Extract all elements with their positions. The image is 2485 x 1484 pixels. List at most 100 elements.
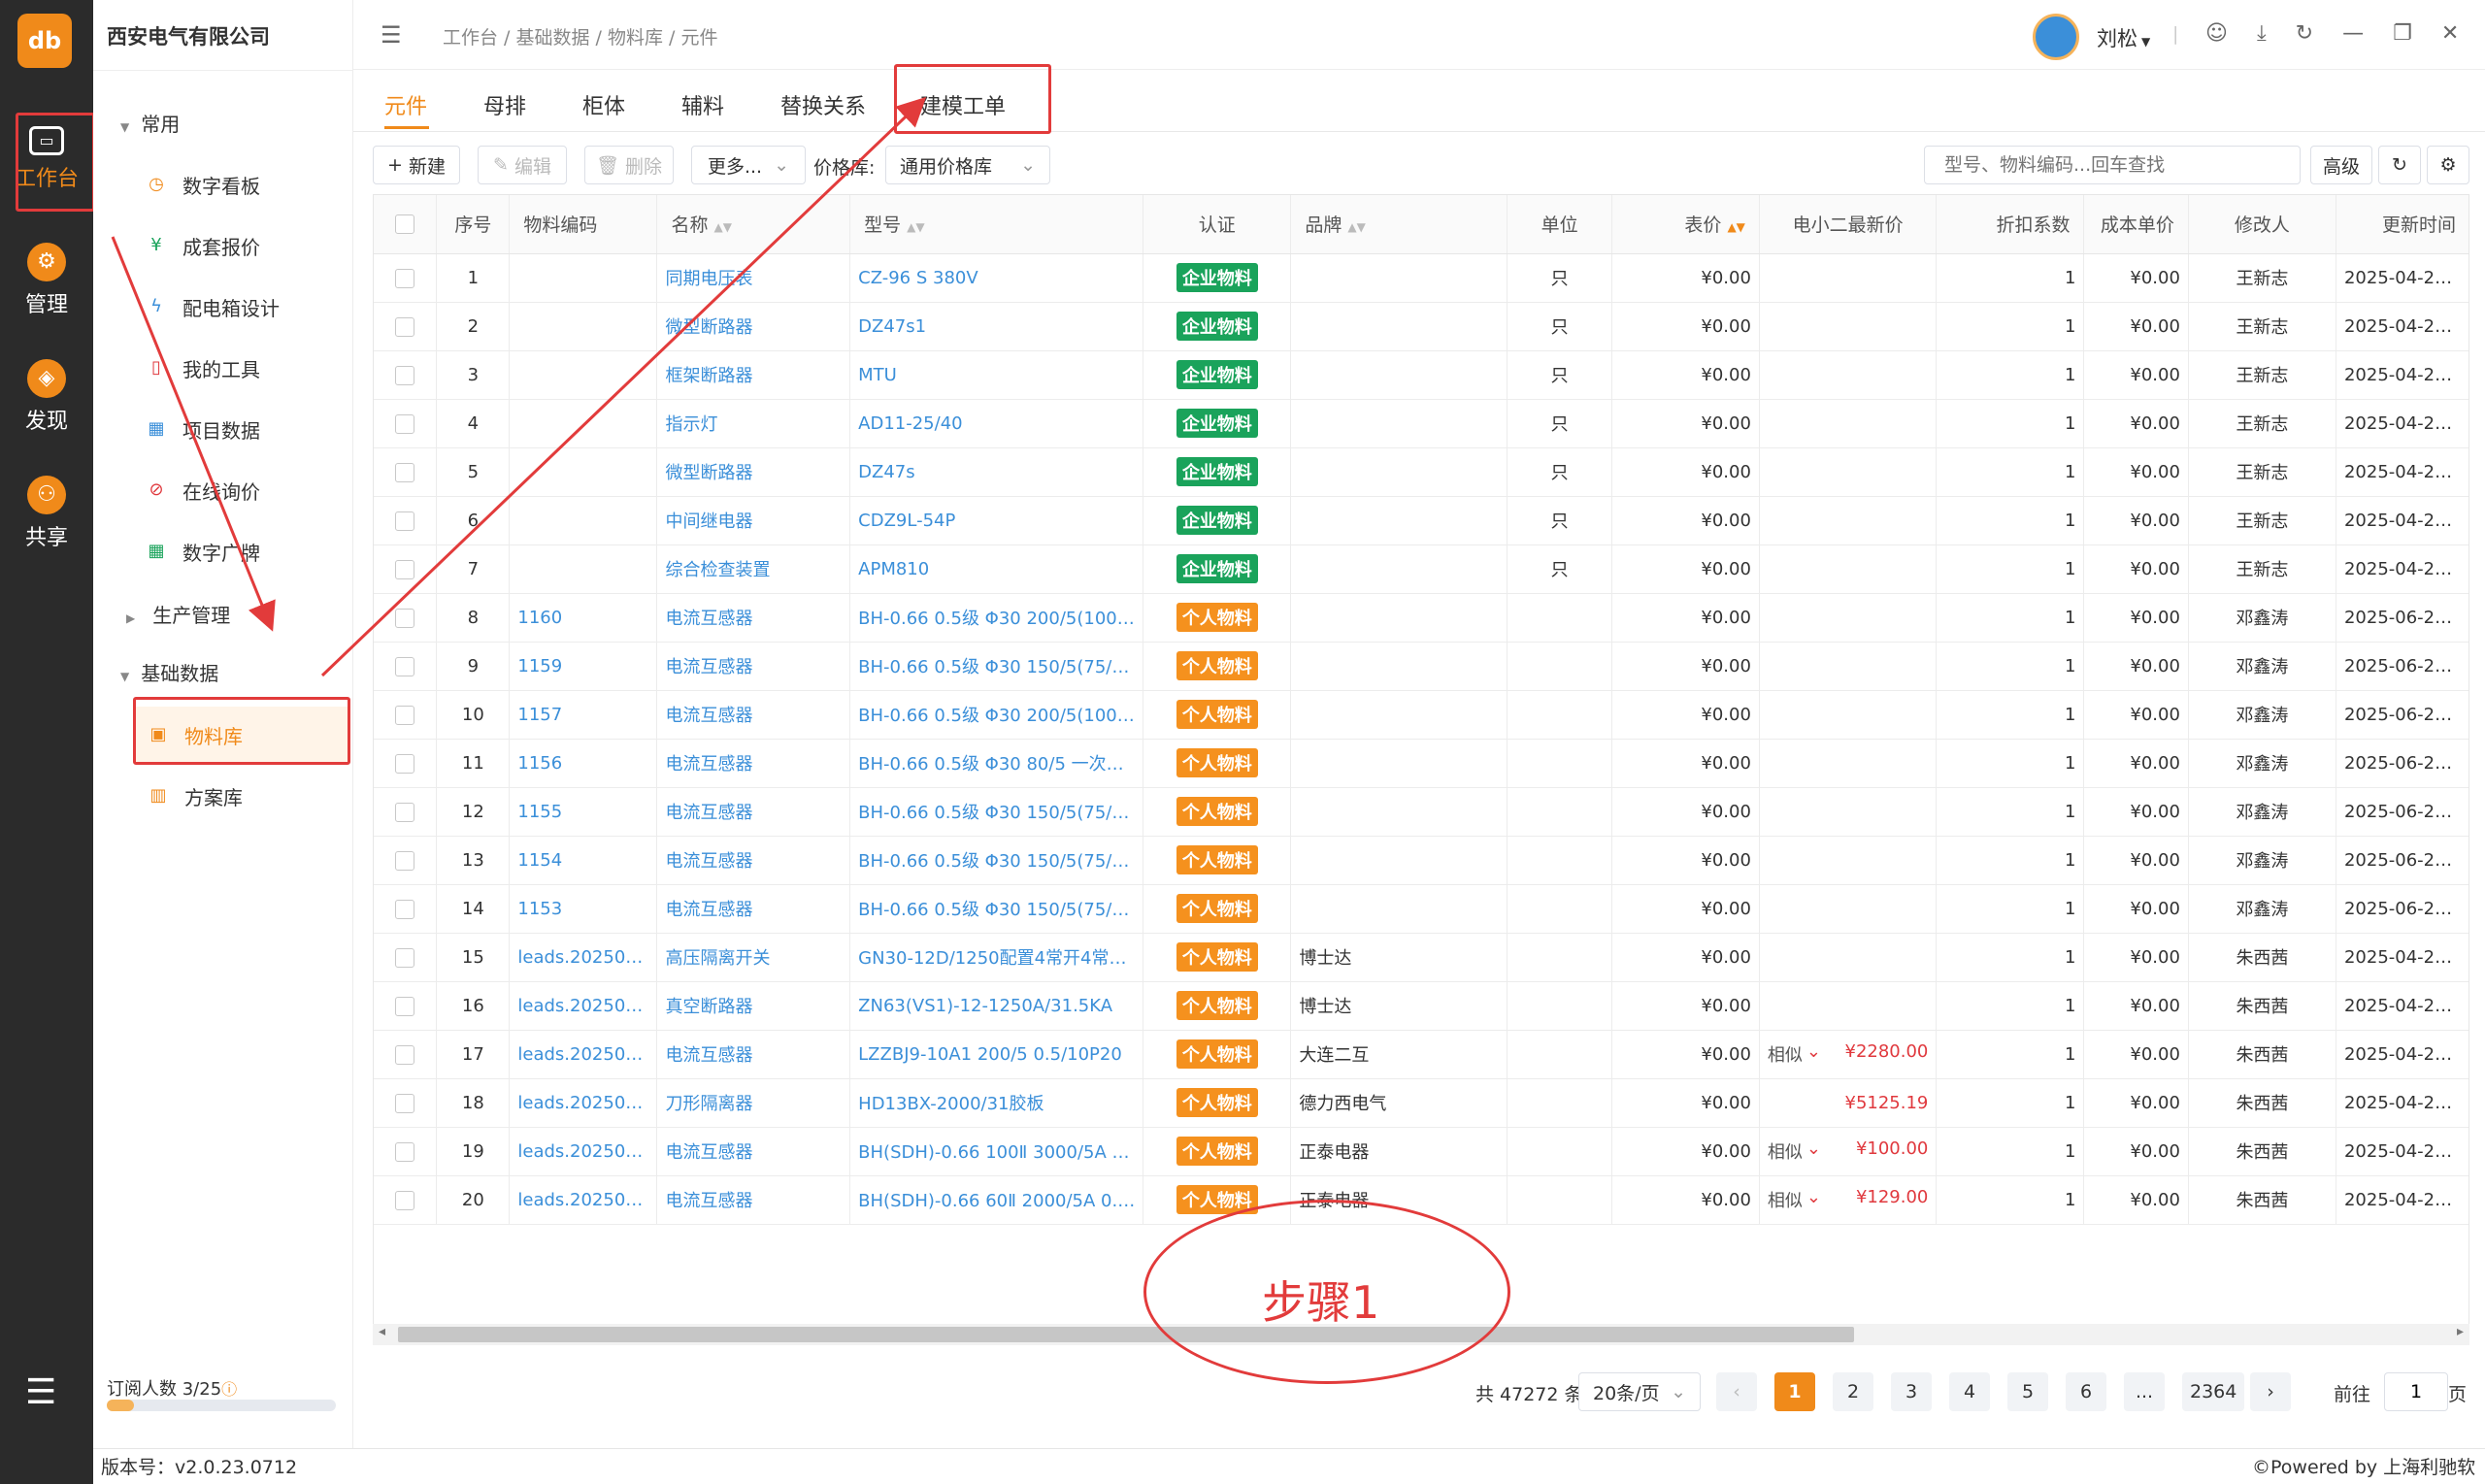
cell-model[interactable]: BH-0.66 0.5级 Φ30 150/5(75/5 50... <box>849 884 1144 934</box>
sidebar-item-project-data[interactable]: ▦ 项目数据 <box>146 401 349 457</box>
table-row[interactable]: 7 综合检查装置 APM810 企业物料只 ¥0.00 1 ¥0.00 王新志 2025-04-… <box>374 544 2468 594</box>
cell-model[interactable]: BH(SDH)-0.66 60Ⅱ 2000/5A 0.5级 <box>849 1175 1144 1225</box>
cell-name[interactable]: 电流互感器 <box>656 739 851 788</box>
cell-name[interactable]: 电流互感器 <box>656 690 851 740</box>
page-button[interactable]: 3 <box>1891 1372 1932 1411</box>
row-checkbox[interactable] <box>374 302 438 351</box>
prev-page-button[interactable]: ‹ <box>1716 1372 1757 1411</box>
col-header-sortable[interactable]: 型号 ▲▼ <box>849 195 1144 254</box>
cell-model[interactable]: CZ-96 S 380V <box>849 253 1144 303</box>
cell-model[interactable]: BH-0.66 0.5级 Φ30 150/5(75/5 50... <box>849 642 1144 691</box>
row-checkbox[interactable] <box>374 253 438 303</box>
sidebar-group-common[interactable]: ▼ 常用 <box>120 109 180 137</box>
table-row[interactable]: 16 leads.2025041... 真空断路器 ZN63(VS1)-12-1250… <box>374 981 2468 1031</box>
sidebar-item-digital-sign[interactable]: ▦ 数字广牌 <box>146 523 349 579</box>
table-row[interactable]: 1 同期电压表 CZ-96 S 380V 企业物料只 ¥0.00 1 ¥0.00 王新志 202… <box>374 253 2468 303</box>
page-size-select[interactable]: 20条/页 ⌄ <box>1578 1372 1701 1411</box>
row-checkbox[interactable] <box>374 350 438 400</box>
collapse-menu-icon[interactable]: ☰ <box>381 21 402 49</box>
row-checkbox[interactable] <box>374 642 438 691</box>
cell-model[interactable]: BH(SDH)-0.66 100Ⅱ 3000/5A 0.5级 <box>849 1127 1144 1176</box>
row-checkbox[interactable] <box>374 399 438 448</box>
cell-name[interactable]: 电流互感器 <box>656 593 851 643</box>
cell-name[interactable]: 高压隔离开关 <box>656 933 851 982</box>
row-checkbox[interactable] <box>374 1127 438 1176</box>
cell-name[interactable]: 中间继电器 <box>656 496 851 545</box>
cell-model[interactable]: GN30-12D/1250配置4常开4常闭... <box>849 933 1144 982</box>
scroll-thumb[interactable] <box>398 1327 1854 1342</box>
row-checkbox[interactable] <box>374 496 438 545</box>
user-menu[interactable]: 刘松 ▼ <box>2097 23 2150 52</box>
cell-model[interactable]: APM810 <box>849 544 1144 594</box>
refresh-icon[interactable]: ↻ <box>2296 21 2313 46</box>
cell-model[interactable]: BH-0.66 0.5级 Φ30 150/5(75/5 50... <box>849 836 1144 885</box>
page-button[interactable]: 2 <box>1833 1372 1873 1411</box>
sidebar-item-scheme-library[interactable]: ▥ 方案库 <box>148 768 349 824</box>
cell-name[interactable]: 框架断路器 <box>656 350 851 400</box>
settings-icon[interactable]: ⚙ <box>2427 146 2469 184</box>
cell-name[interactable]: 电流互感器 <box>656 836 851 885</box>
row-checkbox[interactable] <box>374 933 438 982</box>
tab-cabinet[interactable]: 柜体 <box>582 89 625 120</box>
goto-page-input[interactable] <box>2384 1372 2448 1411</box>
table-row[interactable]: 6 中间继电器 CDZ9L-54P 企业物料只 ¥0.00 1 ¥0.00 王新志 2025-0… <box>374 496 2468 545</box>
cell-name[interactable]: 电流互感器 <box>656 642 851 691</box>
table-row[interactable]: 2 微型断路器 DZ47s1 企业物料只 ¥0.00 1 ¥0.00 王新志 2025-04-2… <box>374 302 2468 351</box>
refresh-icon[interactable]: ↻ <box>2378 146 2421 184</box>
cell-name[interactable]: 真空断路器 <box>656 981 851 1031</box>
row-checkbox[interactable] <box>374 1078 438 1128</box>
row-checkbox[interactable] <box>374 690 438 740</box>
cell-model[interactable]: AD11-25/40 <box>849 399 1144 448</box>
table-row[interactable]: 14 1153 电流互感器 BH-0.66 0.5级 Φ30 150/5(75/5 5… <box>374 884 2468 934</box>
row-checkbox[interactable] <box>374 447 438 497</box>
table-row[interactable]: 5 微型断路器 DZ47s 企业物料只 ¥0.00 1 ¥0.00 王新志 2025-04-25… <box>374 447 2468 497</box>
row-checkbox[interactable] <box>374 1175 438 1225</box>
page-button[interactable]: 6 <box>2066 1372 2106 1411</box>
table-row[interactable]: 4 指示灯 AD11-25/40 企业物料只 ¥0.00 1 ¥0.00 王新志 2025-04… <box>374 399 2468 448</box>
sidebar-group-basic[interactable]: ▼ 基础数据 <box>120 658 218 686</box>
cell-name[interactable]: 刀形隔离器 <box>656 1078 851 1128</box>
table-row[interactable]: 18 leads.2025041... 刀形隔离器 HD13BX-2000/31胶板 个… <box>374 1078 2468 1128</box>
table-row[interactable]: 8 1160 电流互感器 BH-0.66 0.5级 Φ30 200/5(100/5 4… <box>374 593 2468 643</box>
scroll-left-icon[interactable]: ◂ <box>379 1324 385 1339</box>
tab-accessory[interactable]: 辅料 <box>681 89 724 120</box>
advanced-search-button[interactable]: 高级 <box>2310 146 2372 184</box>
next-page-button[interactable]: › <box>2250 1372 2291 1411</box>
maximize-icon[interactable]: ❐ <box>2393 21 2412 46</box>
cell-model[interactable]: ZN63(VS1)-12-1250A/31.5KA <box>849 981 1144 1031</box>
more-dropdown[interactable]: 更多... ⌄ <box>691 146 806 184</box>
avatar[interactable] <box>2033 14 2079 60</box>
cell-model[interactable]: MTU <box>849 350 1144 400</box>
search-input[interactable] <box>1924 146 2301 184</box>
sidebar-item-dashboard[interactable]: ◷ 数字看板 <box>146 156 349 213</box>
support-icon[interactable]: ☺ <box>2205 21 2228 46</box>
minimize-icon[interactable]: — <box>2342 21 2364 46</box>
download-icon[interactable]: ⤓ <box>2257 21 2267 46</box>
cell-name[interactable]: 微型断路器 <box>656 447 851 497</box>
col-header-sortable[interactable]: 表价 ▲▼ <box>1611 195 1760 254</box>
cell-name[interactable]: 电流互感器 <box>656 1175 851 1225</box>
tab-component[interactable]: 元件 <box>384 89 427 120</box>
cell-model[interactable]: LZZBJ9-10A1 200/5 0.5/10P20 <box>849 1030 1144 1079</box>
chevron-down-icon[interactable]: ⌄ <box>1806 1041 1821 1062</box>
rail-item-discover[interactable]: ◈ 发现 <box>0 347 93 443</box>
cell-name[interactable]: 同期电压表 <box>656 253 851 303</box>
cell-model[interactable]: DZ47s <box>849 447 1144 497</box>
cell-model[interactable]: BH-0.66 0.5级 Φ30 80/5 一次穿心 <box>849 739 1144 788</box>
table-row[interactable]: 13 1154 电流互感器 BH-0.66 0.5级 Φ30 150/5(75/5 5… <box>374 836 2468 885</box>
sidebar-group-production[interactable]: ▶ 生产管理 <box>126 600 230 628</box>
close-icon[interactable]: ✕ <box>2441 21 2459 46</box>
row-checkbox[interactable] <box>374 836 438 885</box>
col-header-sortable[interactable]: 名称 ▲▼ <box>656 195 851 254</box>
page-button[interactable]: 1 <box>1774 1372 1815 1411</box>
new-button[interactable]: + 新建 <box>373 146 460 184</box>
table-row[interactable]: 12 1155 电流互感器 BH-0.66 0.5级 Φ30 150/5(75/5 5… <box>374 787 2468 837</box>
cell-model[interactable]: BH-0.66 0.5级 Φ30 200/5(100/5 4... <box>849 690 1144 740</box>
delete-button[interactable]: 🗑 删除 <box>584 146 674 184</box>
row-checkbox[interactable] <box>374 593 438 643</box>
cell-model[interactable]: BH-0.66 0.5级 Φ30 150/5(75/5 50... <box>849 787 1144 837</box>
table-row[interactable]: 3 框架断路器 MTU 企业物料只 ¥0.00 1 ¥0.00 王新志 2025-04-25 1 <box>374 350 2468 400</box>
rail-item-manage[interactable]: ⚙ 管理 <box>0 231 93 326</box>
table-row[interactable]: 17 leads.2025041... 电流互感器 LZZBJ9-10A1 200/5… <box>374 1030 2468 1079</box>
rail-item-share[interactable]: ⚇ 共享 <box>0 464 93 559</box>
